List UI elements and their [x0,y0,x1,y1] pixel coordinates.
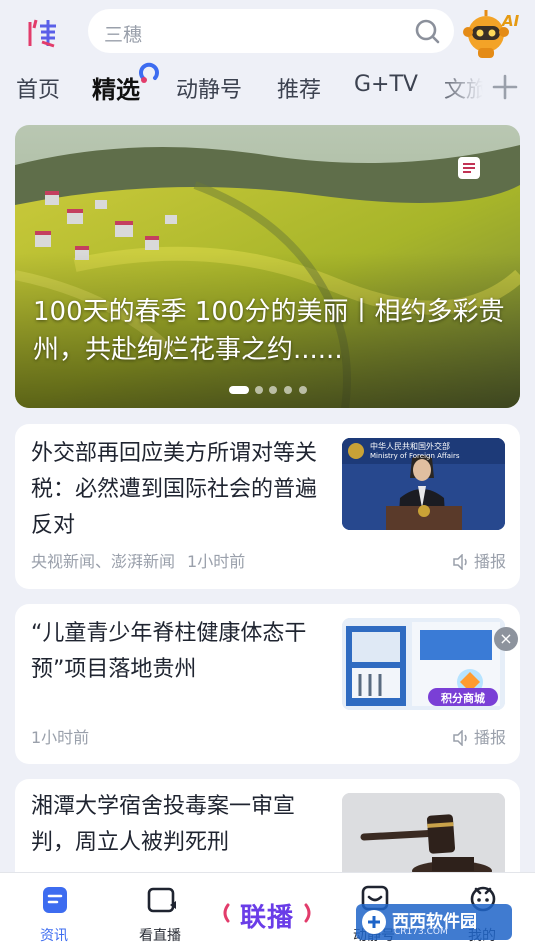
news-card[interactable]: 外交部再回应美方所谓对等关税：必然遭到国际社会的普遍反对 央视新闻、澎湃新闻 1小… [15,424,520,589]
featured-banner[interactable]: 100天的春季 100分的美丽丨相约多彩贵州，共赴绚烂花事之约...... [15,125,520,408]
carousel-dot[interactable] [299,386,307,394]
news-title[interactable]: 外交部再回应美方所谓对等关税：必然遭到国际社会的普遍反对 [31,436,331,544]
tab-home[interactable]: 首页 [16,72,60,104]
tab-indicator-icon [139,62,159,83]
top-bar: 三穗 AI [0,0,535,62]
watermark-logo: 西西软件园 CR173.COM [354,900,514,944]
nav-live[interactable]: 看直播 [110,873,210,951]
tab-recommend[interactable]: 推荐 [277,72,321,104]
listen-label: 播报 [473,552,506,571]
carousel-dot[interactable] [269,386,277,394]
tab-dongjing[interactable]: 动静号 [176,72,242,104]
search-icon[interactable] [414,18,440,44]
live-tv-icon [147,887,176,913]
nav-live-label: 看直播 [139,928,181,944]
listen-button[interactable]: 播报 [452,724,506,748]
news-time: 1小时前 [31,728,90,747]
news-title[interactable]: “儿童青少年脊柱健康体态干预”项目落地贵州 [31,616,331,688]
news-source: 央视新闻、澎湃新闻 [31,552,176,571]
add-channel-icon[interactable] [490,72,520,102]
app-logo-icon[interactable] [26,16,64,50]
ai-assistant-button[interactable]: AI [462,4,522,60]
channel-tabs: 首页 精选 动静号 推荐 G+TV 文旅 [0,62,535,110]
news-meta: 央视新闻、澎湃新闻 1小时前 [31,548,245,572]
nav-news[interactable]: 资讯 [4,873,104,951]
nav-news-label: 资讯 [40,928,68,944]
watermark-subtext: CR173.COM [394,927,448,937]
ai-label: AI [502,12,520,30]
news-time: 1小时前 [187,552,246,571]
nav-broadcast[interactable]: 联播 [220,895,314,933]
points-mall-badge[interactable]: 积分商城 [426,668,500,708]
news-card[interactable]: “儿童青少年脊柱健康体态干预”项目落地贵州 1小时前 播报 积分商城 [15,604,520,764]
banner-title[interactable]: 100天的春季 100分的美丽丨相约多彩贵州，共赴绚烂花事之约...... [33,293,513,369]
news-thumbnail[interactable]: 积分商城 [342,618,505,710]
news-thumbnail[interactable]: 中华人民共和国外交部 Ministry of Foreign Affairs [342,438,505,530]
news-title[interactable]: 湘潭大学宿舍投毒案一审宣判，周立人被判死刑 [31,789,331,861]
search-placeholder: 三穗 [104,24,143,46]
news-icon [43,887,67,913]
close-ad-icon[interactable]: × [494,627,518,651]
speaker-icon [453,729,467,747]
thumb-caption-en: Ministry of Foreign Affairs [370,452,460,460]
carousel-dot[interactable] [255,386,263,394]
carousel-dot[interactable] [284,386,292,394]
news-meta: 1小时前 [31,724,89,748]
tabs-fade [432,62,492,110]
thumb-caption: 中华人民共和国外交部 [370,442,450,451]
nav-broadcast-label: 联播 [239,903,294,933]
banner-source-badge [458,157,480,179]
speaker-icon [453,553,467,571]
search-bar[interactable]: 三穗 [88,9,454,53]
listen-button[interactable]: 播报 [452,548,506,572]
points-mall-label: 积分商城 [441,692,485,705]
tab-featured[interactable]: 精选 [92,70,140,105]
tab-gtv[interactable]: G+TV [354,72,418,97]
carousel-dot-active[interactable] [229,386,249,394]
listen-label: 播报 [473,728,506,747]
